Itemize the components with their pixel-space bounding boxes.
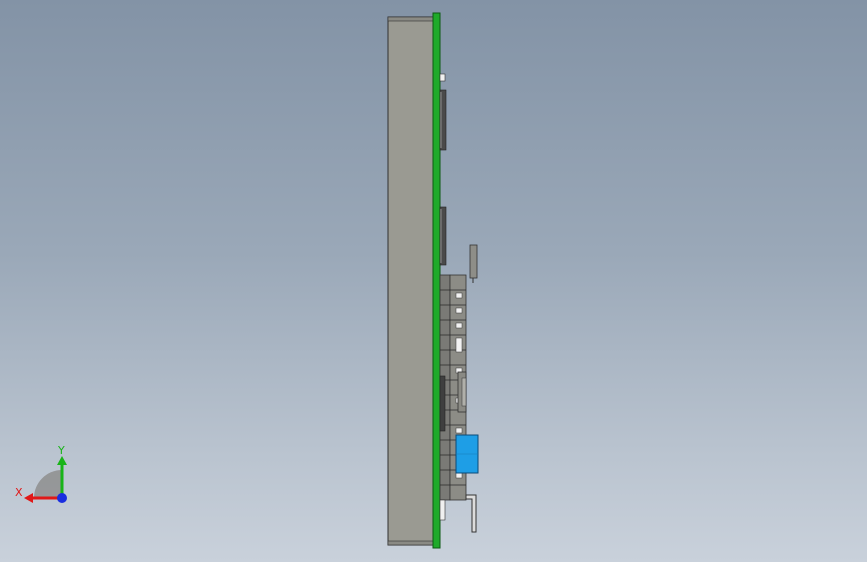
component-dark-upper: [439, 89, 447, 151]
component-dark-middle: [439, 206, 447, 266]
triad-plane-indicator: [34, 470, 62, 498]
3d-viewport[interactable]: [0, 0, 867, 562]
pcb-board: [432, 12, 441, 549]
x-axis-label: X: [15, 486, 23, 499]
enclosure-body: [387, 16, 435, 546]
bent-pin-bottom: [465, 494, 477, 533]
header-pin-top: [469, 244, 478, 283]
component-dark-lower: [439, 375, 446, 432]
small-component-bottom: [439, 499, 446, 521]
small-component-top: [439, 73, 446, 82]
z-axis-dot: [57, 493, 67, 503]
y-axis-label: Y: [57, 444, 65, 457]
orientation-triad[interactable]: Y X: [14, 440, 74, 510]
side-bracket: [457, 371, 467, 413]
blue-terminal-block: [455, 434, 479, 474]
